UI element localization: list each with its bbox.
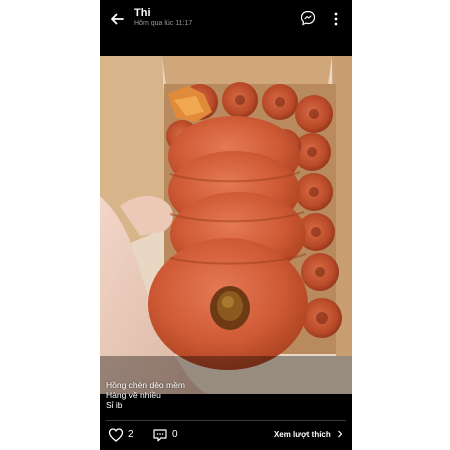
post-caption: Hồng chén dẻo mềm Hàng về nhiều Sỉ ib: [106, 380, 185, 410]
like-button[interactable]: 2: [108, 427, 138, 443]
post-photo[interactable]: [100, 56, 352, 394]
chevron-right-icon: [333, 430, 344, 439]
like-count: 2: [128, 429, 134, 440]
comment-button[interactable]: 0: [152, 427, 186, 443]
caption-line: Hàng về nhiều: [106, 390, 161, 400]
action-bar: 2 0 Xem lượt thích: [100, 424, 352, 446]
back-arrow-icon[interactable]: [108, 10, 126, 28]
top-bar: Thi Hôm qua lúc 11:17: [100, 0, 352, 40]
more-vertical-icon[interactable]: [332, 11, 340, 27]
author-name[interactable]: Thi: [134, 7, 151, 19]
comment-count: 0: [172, 429, 178, 440]
divider: [106, 420, 346, 421]
heart-icon: [108, 427, 124, 443]
phone-screen: Thi Hôm qua lúc 11:17 Hồng chén dẻo mềm …: [100, 0, 352, 450]
caption-line: Sỉ ib: [106, 400, 123, 410]
comment-icon: [152, 427, 168, 443]
view-likes-label: Xem lượt thích: [273, 430, 331, 439]
message-icon[interactable]: [300, 10, 316, 26]
caption-line: Hồng chén dẻo mềm: [106, 380, 185, 390]
view-likes-link[interactable]: Xem lượt thích: [274, 430, 344, 439]
post-timestamp: Hôm qua lúc 11:17: [134, 20, 193, 27]
persimmon-photo-illustration: [100, 56, 352, 394]
